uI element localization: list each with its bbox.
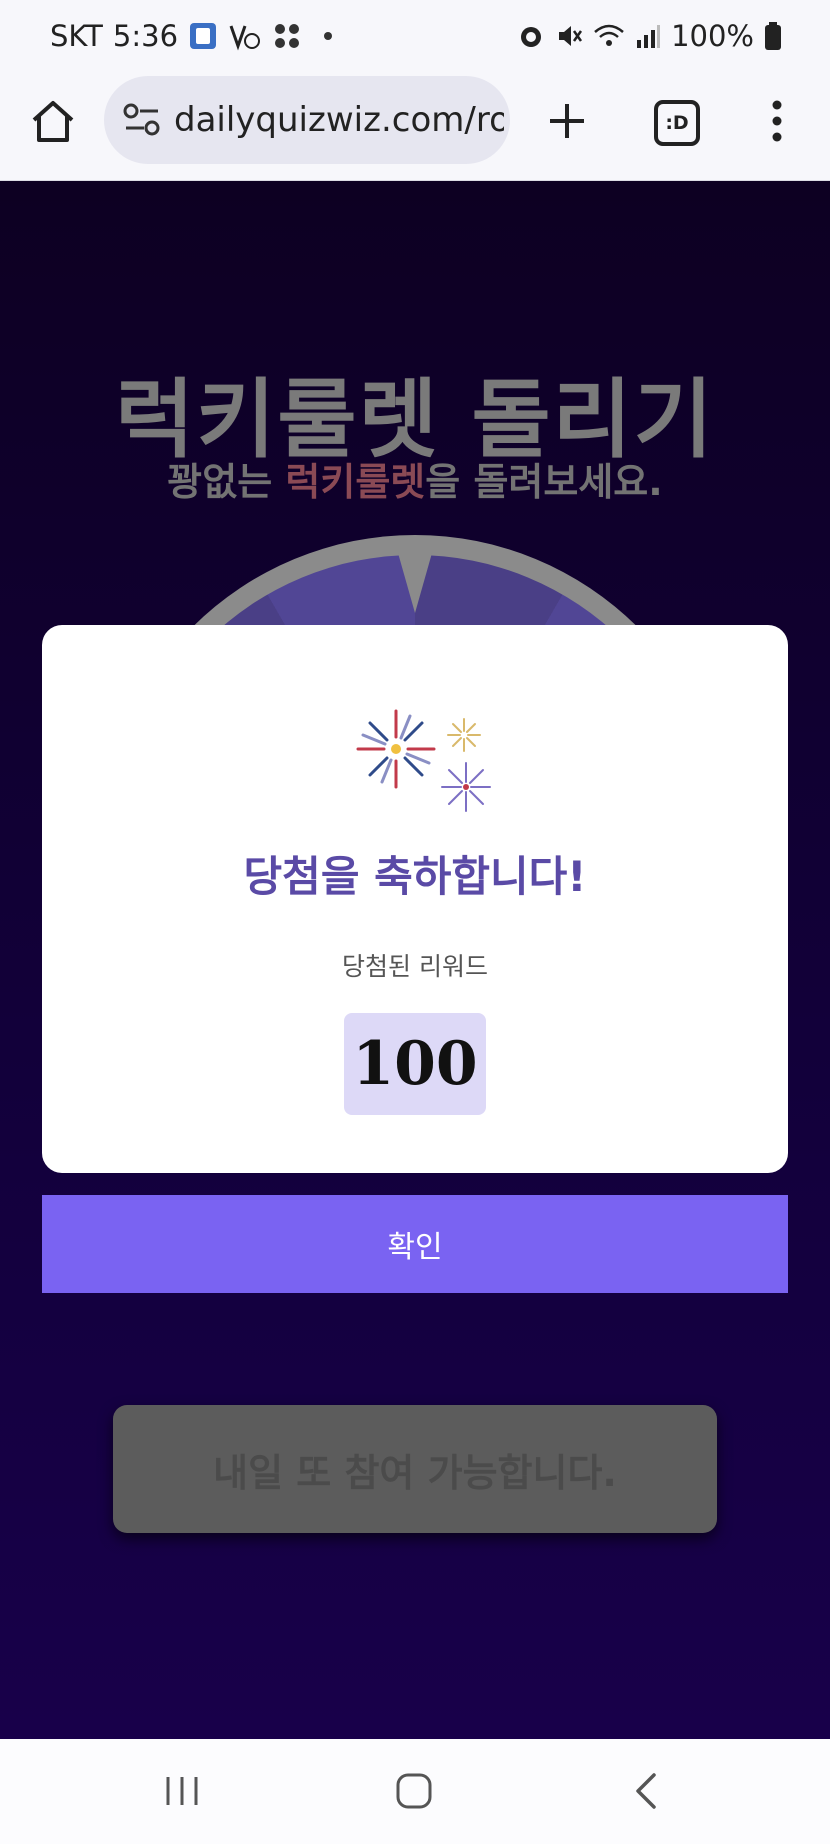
fireworks-icon <box>350 705 500 815</box>
subtitle-highlight: 럭키룰렛 <box>285 460 426 504</box>
status-bar: SKT 5:36 100% <box>0 0 830 72</box>
participate-tomorrow-button[interactable]: 내일 또 참여 가능합니다. <box>113 1405 717 1533</box>
confirm-button[interactable]: 확인 <box>42 1195 788 1293</box>
wifi-icon <box>593 22 625 50</box>
reward-value: 100 <box>344 1013 486 1115</box>
home-icon[interactable] <box>28 96 78 146</box>
sim-card-icon <box>188 21 218 51</box>
carrier-label: SKT <box>50 19 103 53</box>
mute-icon <box>555 22 583 50</box>
home-nav-icon[interactable] <box>394 1771 434 1811</box>
subtitle-suffix: 을 돌려보세요. <box>425 460 663 504</box>
page-subtitle: 꽝없는 럭키룰렛을 돌려보세요. <box>0 451 830 506</box>
reward-label: 당첨된 리워드 <box>342 952 488 981</box>
battery-label: 100% <box>671 19 754 53</box>
wheel-pointer-icon <box>398 553 432 613</box>
address-bar[interactable]: dailyquizwiz.com/ro <box>104 76 510 164</box>
status-right: 100% <box>517 18 782 54</box>
system-nav-bar <box>0 1739 830 1844</box>
notification-icon <box>228 21 262 51</box>
result-modal: 당첨을 축하합니다! 당첨된 리워드 100 <box>42 625 788 1173</box>
alarm-icon <box>517 22 545 50</box>
site-settings-icon[interactable] <box>122 102 162 138</box>
modal-title: 당첨을 축하합니다! <box>243 852 587 901</box>
signal-icon <box>635 22 661 50</box>
recent-apps-icon[interactable] <box>164 1773 200 1809</box>
grid-icon <box>272 21 302 51</box>
clock: 5:36 <box>112 19 179 53</box>
tab-count: :D <box>665 112 689 134</box>
more-vert-icon[interactable] <box>760 96 794 146</box>
battery-icon <box>764 21 782 51</box>
tabs-icon[interactable]: :D <box>654 100 700 146</box>
notification-dot <box>324 32 333 40</box>
subtitle-prefix: 꽝없는 <box>167 460 286 504</box>
page-content: 럭키룰렛 돌리기 꽝없는 럭키룰렛을 돌려보세요. 당첨을 축하합니다! 당첨된… <box>0 181 830 1739</box>
browser-toolbar: dailyquizwiz.com/ro :D <box>0 72 830 181</box>
url-text[interactable]: dailyquizwiz.com/ro <box>174 98 504 142</box>
status-left: SKT 5:36 <box>50 18 333 54</box>
back-icon[interactable] <box>632 1771 660 1811</box>
plus-icon[interactable] <box>542 96 592 146</box>
